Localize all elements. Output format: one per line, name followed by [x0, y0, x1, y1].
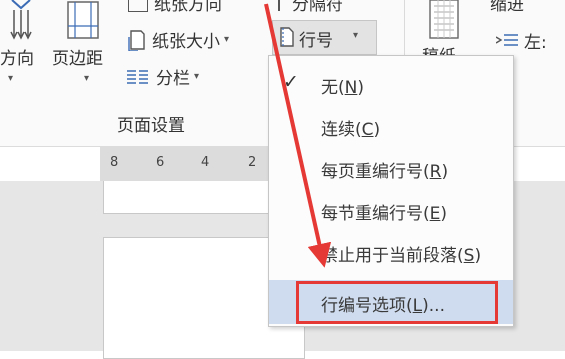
annotation-arrow: [264, 3, 332, 268]
